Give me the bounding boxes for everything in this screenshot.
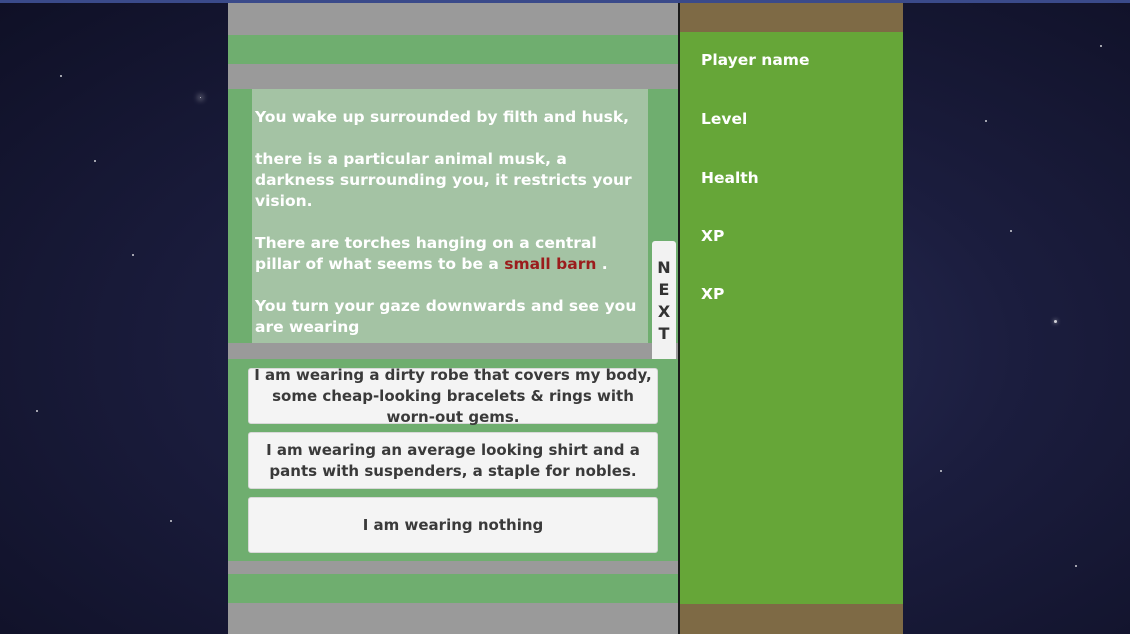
story-paragraph: There are torches hanging on a central p… xyxy=(255,233,639,275)
star xyxy=(60,75,62,77)
star xyxy=(170,520,172,522)
choice-label: I am wearing an average looking shirt an… xyxy=(266,440,640,480)
star xyxy=(1100,45,1102,47)
choice-label: I am wearing nothing xyxy=(362,515,544,534)
choice-button-dirty-robe[interactable]: I am wearing a dirty robe that covers my… xyxy=(248,366,658,426)
stats-list: Player name Level Health XP XP xyxy=(680,32,903,604)
footer-band xyxy=(228,574,678,603)
story-text: You wake up surrounded by filth and husk… xyxy=(255,107,639,343)
choice-button-nothing[interactable]: I am wearing nothing xyxy=(248,497,658,553)
xp-label: XP xyxy=(701,227,725,245)
story-panel: You wake up surrounded by filth and husk… xyxy=(228,3,678,634)
star xyxy=(94,160,96,162)
choice-button-average-shirt[interactable]: I am wearing an average looking shirt an… xyxy=(248,432,658,489)
star xyxy=(985,120,987,122)
star xyxy=(940,470,942,472)
story-paragraph: there is a particular animal musk, a dar… xyxy=(255,149,639,212)
xp-label-secondary: XP xyxy=(701,285,725,303)
star-sparkle xyxy=(200,97,201,98)
story-paragraph: You turn your gaze downwards and see you… xyxy=(255,297,637,336)
choices-area: I am wearing a dirty robe that covers my… xyxy=(228,359,678,561)
story-text-box[interactable]: You wake up surrounded by filth and husk… xyxy=(252,89,648,343)
star xyxy=(1010,230,1012,232)
story-paragraph-text: . xyxy=(596,255,608,273)
star xyxy=(36,410,38,412)
story-area: You wake up surrounded by filth and husk… xyxy=(228,89,678,363)
stats-panel: Player name Level Health XP XP xyxy=(680,3,903,634)
header-band xyxy=(228,35,678,64)
star xyxy=(132,254,134,256)
story-link-small-barn[interactable]: small barn xyxy=(504,255,596,273)
next-button[interactable]: NEXT xyxy=(652,241,676,363)
story-paragraph-text: there is a particular animal musk, a dar… xyxy=(255,150,632,210)
star xyxy=(1054,320,1057,323)
level-label: Level xyxy=(701,110,748,128)
player-name-label: Player name xyxy=(701,51,810,69)
choice-label: I am wearing a dirty robe that covers my… xyxy=(254,365,652,426)
star xyxy=(1075,565,1077,567)
health-label: Health xyxy=(701,169,759,187)
story-paragraph: You wake up surrounded by filth and husk… xyxy=(255,108,630,126)
